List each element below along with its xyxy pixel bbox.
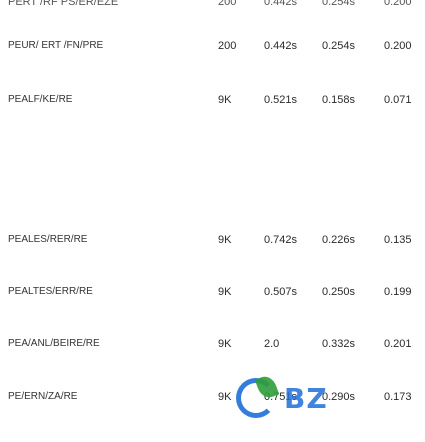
row-value-1: 0.507s — [264, 286, 298, 298]
row-value-3: 0.200 — [384, 0, 412, 8]
row-value-3: 0.199 — [384, 286, 412, 298]
row-value-2: 0.332s — [322, 338, 356, 350]
top-row: PERT /RF PS/ER/EZE 200 0.442s 0.254s 0.2… — [0, 0, 425, 13]
row-value-1: 0.442s — [264, 40, 298, 52]
table-row: PEALES/RER/RE 9K 0.742s 0.226s 0.135 — [0, 229, 425, 251]
row-count: 9K — [218, 391, 232, 403]
row-count: 9K — [218, 286, 232, 298]
row-value-3: 0.135 — [384, 234, 412, 246]
row-name: PEALTES/ERR/RE — [8, 286, 93, 297]
row-value-3: 0.071 — [384, 94, 412, 106]
table-row: PEALF/KE/RE 9K 0.521s 0.158s 0.071 — [0, 89, 425, 111]
row-name: PE/ERN/ZA/RE — [8, 391, 78, 402]
row-count: 200 — [218, 0, 237, 8]
row-count: 200 — [218, 40, 237, 52]
table-row: PEUR/ ERT /FN/PRE 200 0.442s 0.254s 0.20… — [0, 35, 425, 57]
watermark-label: BZ — [284, 382, 328, 415]
row-name: PEALF/KE/RE — [8, 94, 73, 105]
row-value-2: 0.158s — [322, 94, 356, 106]
table-row: PEA/ANL/BEIRE/RE 9K 2.0 0.332s 0.201 — [0, 333, 425, 355]
row-value-3: 0.201 — [384, 338, 412, 350]
row-value-3: 0.200 — [384, 40, 412, 52]
row-name: PEUR/ ERT /FN/PRE — [8, 40, 104, 51]
row-value-2: 0.226s — [322, 234, 356, 246]
row-value-2: 0.254s — [322, 0, 356, 8]
row-name: PEALES/RER/RE — [8, 234, 88, 245]
row-value-1: 0.442s — [264, 0, 298, 8]
row-count: 9K — [218, 94, 232, 106]
row-value-1: 0.742s — [264, 234, 298, 246]
row-count: 9K — [218, 338, 232, 350]
row-value-1: 0.521s — [264, 94, 298, 106]
results-sheet: PERT /RF PS/ER/EZE 200 0.442s 0.254s 0.2… — [0, 0, 425, 440]
row-name: PERT /RF PS/ER/EZE — [8, 0, 119, 8]
row-name: PEA/ANL/BEIRE/RE — [8, 338, 100, 349]
site-watermark: BZ — [232, 372, 425, 442]
table-row: PEALTES/ERR/RE 9K 0.507s 0.250s 0.199 — [0, 281, 425, 303]
row-count: 9K — [218, 234, 232, 246]
row-value-2: 0.254s — [322, 40, 356, 52]
row-value-2: 0.250s — [322, 286, 356, 298]
row-value-1: 2.0 — [264, 338, 280, 350]
